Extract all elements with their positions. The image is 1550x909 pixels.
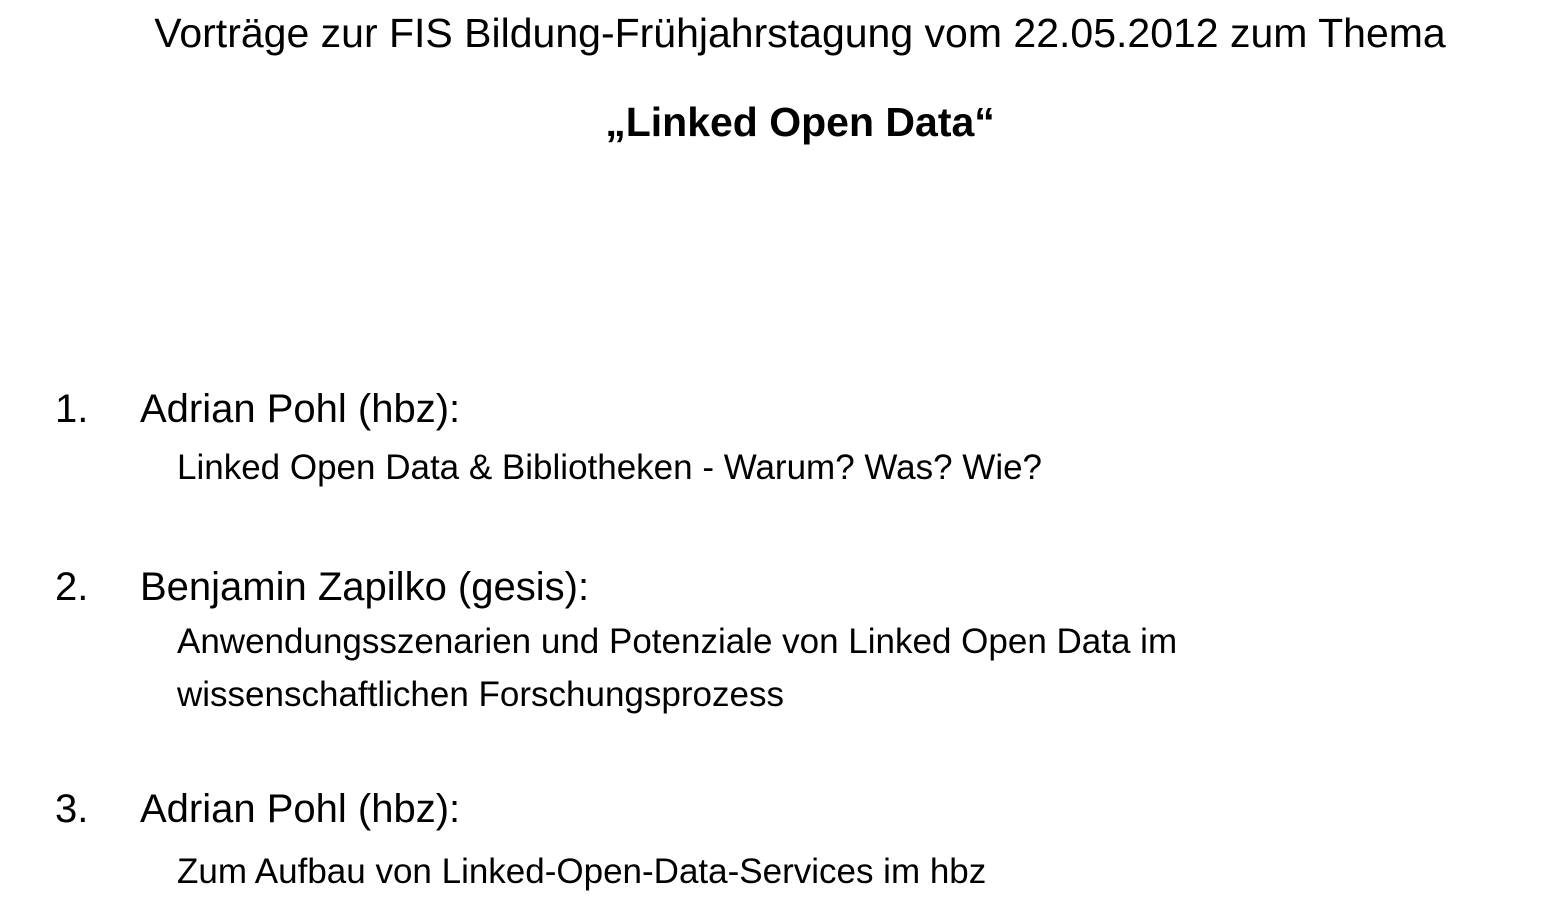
agenda-item-talk-title: Zum Aufbau von Linked-Open-Data-Services… [177,852,987,891]
agenda-item-talk-title: Anwendungsszenarien und Potenziale von L… [177,622,1178,714]
agenda-item-speaker: Adrian Pohl (hbz): [140,387,461,431]
agenda-item-talk-title: Linked Open Data & Bibliotheken - Warum?… [177,448,1043,487]
presentation-slide: Vorträge zur FIS Bildung-Frühjahrstagung… [0,0,1550,909]
agenda-item-number: 3. [55,787,89,831]
agenda-item-number: 2. [55,565,89,609]
agenda-item-speaker: Benjamin Zapilko (gesis): [140,565,590,609]
agenda-list: 1. Adrian Pohl (hbz): Linked Open Data &… [0,0,1550,909]
agenda-item-speaker: Adrian Pohl (hbz): [140,787,461,831]
agenda-item-number: 1. [55,387,89,431]
